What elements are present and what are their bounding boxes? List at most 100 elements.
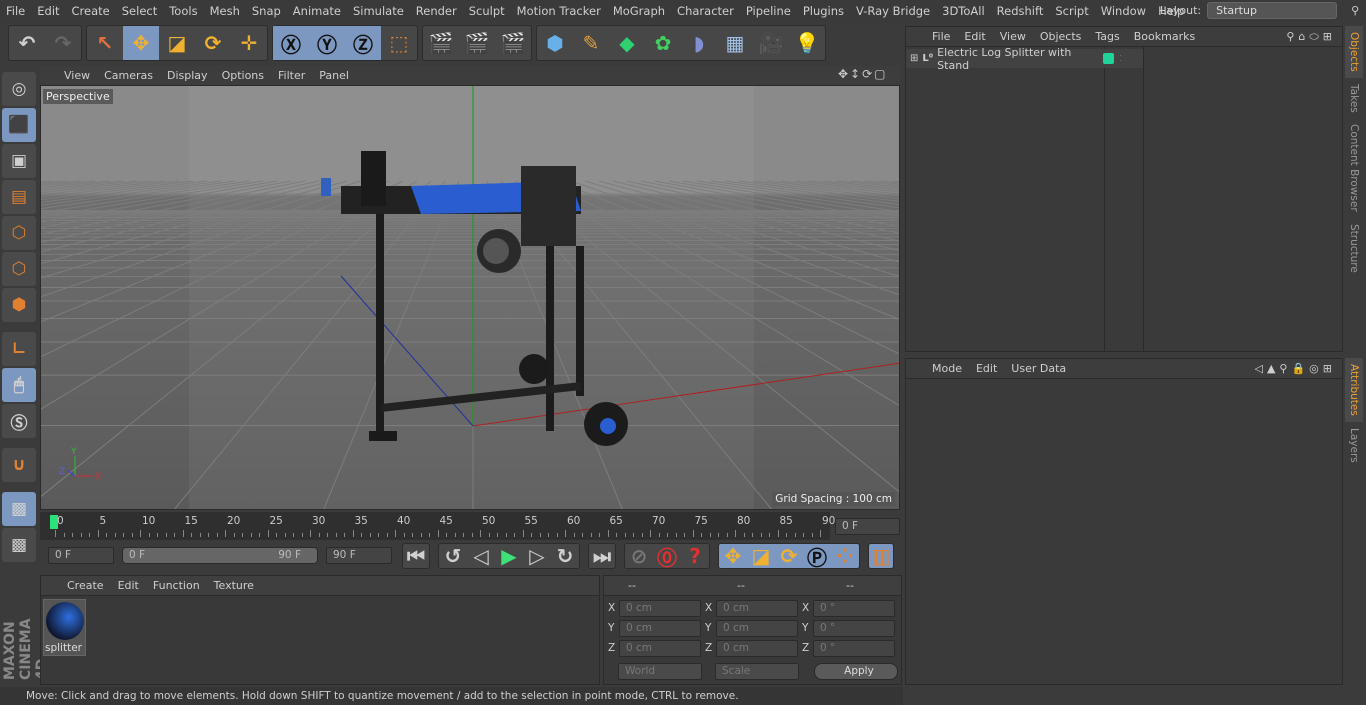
menu-mograph[interactable]: MoGraph [613, 4, 665, 18]
key-param-icon[interactable]: Ⓟ [803, 544, 831, 570]
material-splitter[interactable]: splitter [43, 599, 86, 656]
viewport-menu-display[interactable]: Display [167, 69, 208, 82]
start-frame-field[interactable]: 0 F [48, 547, 114, 564]
attribute-menu-edit[interactable]: Edit [976, 362, 997, 375]
subdivision-icon[interactable]: ◆ [609, 26, 645, 60]
z-axis-icon[interactable]: Ⓩ [345, 26, 381, 60]
tab-layers[interactable]: Layers [1345, 422, 1363, 469]
render-view-icon[interactable]: 🎬 [423, 26, 459, 60]
menu-mesh[interactable]: Mesh [210, 4, 240, 18]
key-scale-icon[interactable]: ◪ [747, 544, 775, 568]
workplane-icon[interactable]: ▤ [2, 180, 36, 214]
prev-key-icon[interactable]: ↺ [439, 544, 467, 568]
tab-attributes[interactable]: Attributes [1345, 358, 1363, 422]
menu-simulate[interactable]: Simulate [353, 4, 404, 18]
object-menu-objects[interactable]: Objects [1040, 30, 1082, 43]
object-manager-icons[interactable]: ⚲⌂⬭⊞ [1286, 30, 1336, 44]
coord-rot-y[interactable]: 0 ° [813, 620, 895, 637]
keyframe-icon[interactable]: ⊘ [625, 544, 653, 568]
redo-icon[interactable]: ↷ [45, 26, 81, 60]
coord-rot-z[interactable]: 0 ° [813, 640, 895, 657]
magnet-icon[interactable]: ∪ [2, 448, 36, 482]
tab-content-browser[interactable]: Content Browser [1345, 118, 1363, 218]
render-picture-icon[interactable]: 🎬 [459, 26, 495, 60]
expand-icon[interactable]: ⊞ [910, 53, 918, 64]
object-menu-tags[interactable]: Tags [1095, 30, 1119, 43]
viewport-menu-options[interactable]: Options [222, 69, 264, 82]
material-menu-texture[interactable]: Texture [214, 579, 254, 592]
menu-select[interactable]: Select [122, 4, 157, 18]
undo-icon[interactable]: ↶ [9, 26, 45, 60]
axis-icon[interactable]: ∟ [2, 332, 36, 366]
menu-sculpt[interactable]: Sculpt [469, 4, 505, 18]
apply-button[interactable]: Apply [814, 663, 898, 680]
coord-space-dropdown[interactable]: World [618, 663, 702, 680]
menu-snap[interactable]: Snap [252, 4, 281, 18]
model-mode-icon[interactable]: ⬛ [2, 108, 36, 142]
visibility-dots-icon[interactable]: ⁚ [1119, 54, 1122, 63]
move-icon[interactable]: ✥ [123, 26, 159, 60]
select-icon[interactable]: ↖ [87, 26, 123, 60]
object-name[interactable]: Electric Log Splitter with Stand [937, 46, 1097, 72]
timeline-ruler[interactable]: 0 5 10 15 20 25 30 35 40 45 50 55 60 65 70 75 80 85 90 [40, 512, 835, 540]
play-icon[interactable]: ▶ [495, 544, 523, 568]
attribute-manager-icons[interactable]: ◁▲⚲🔒◎⊞ [1255, 362, 1337, 375]
menu-create[interactable]: Create [72, 4, 110, 18]
y-axis-icon[interactable]: Ⓨ [309, 26, 345, 60]
make-editable-icon[interactable]: ◎ [2, 72, 36, 106]
menu-window[interactable]: Window [1101, 4, 1146, 18]
record-icon[interactable]: ⓪ [653, 544, 681, 570]
key-position-icon[interactable]: ✥ [719, 544, 747, 568]
cube-icon[interactable]: ⬢ [537, 26, 573, 60]
floor-icon[interactable]: ▦ [717, 26, 753, 60]
viewport-menu-filter[interactable]: Filter [278, 69, 305, 82]
coord-rot-x[interactable]: 0 ° [813, 600, 895, 617]
coord-size-y[interactable]: 0 cm [716, 620, 798, 637]
transform-icon[interactable]: ✛ [231, 26, 267, 60]
deformer-icon[interactable]: ◗ [681, 26, 717, 60]
timeline-icon[interactable]: ▥ [869, 544, 893, 568]
light-icon[interactable]: 💡 [789, 26, 825, 60]
range-slider[interactable]: 0 F 90 F [122, 547, 318, 564]
material-menu-create[interactable]: Create [67, 579, 104, 592]
key-rotation-icon[interactable]: ⟳ [775, 544, 803, 568]
menu-pipeline[interactable]: Pipeline [746, 4, 791, 18]
tab-takes[interactable]: Takes [1345, 78, 1363, 119]
menu-script[interactable]: Script [1055, 4, 1088, 18]
coord-pos-z[interactable]: 0 cm [619, 640, 701, 657]
menu-character[interactable]: Character [677, 4, 734, 18]
object-menu-file[interactable]: File [932, 30, 950, 43]
next-key-icon[interactable]: ↻ [551, 544, 579, 568]
coord-pos-y[interactable]: 0 cm [619, 620, 701, 637]
polygons-mode-icon[interactable]: ⬢ [2, 288, 36, 322]
attribute-menu-mode[interactable]: Mode [932, 362, 962, 375]
go-to-start-icon[interactable]: ⏮ [403, 544, 429, 568]
x-axis-icon[interactable]: Ⓧ [273, 26, 309, 60]
cloner-icon[interactable]: ✿ [645, 26, 681, 60]
coordinate-system-icon[interactable]: ⬚ [381, 26, 417, 60]
viewport-perspective[interactable]: Y X Z Perspective Grid Spacing : 100 cm [40, 85, 900, 510]
object-row[interactable]: ⊞ L⁰ Electric Log Splitter with Stand ⁚ [906, 46, 1143, 72]
autokey-icon[interactable]: ? [681, 544, 709, 568]
camera-icon[interactable]: 🎥 [753, 26, 789, 60]
tweak-icon[interactable]: 🖱 [2, 368, 36, 402]
end-frame-field[interactable]: 90 F [326, 547, 392, 564]
current-frame-field[interactable]: 0 F [835, 518, 900, 535]
viewport-menu-panel[interactable]: Panel [319, 69, 349, 82]
layout-selector[interactable]: Layout: Startup ⚲ [1160, 2, 1359, 19]
edges-mode-icon[interactable]: ⬡ [2, 252, 36, 286]
object-menu-edit[interactable]: Edit [964, 30, 985, 43]
render-settings-icon[interactable]: 🎬 [495, 26, 531, 60]
points-mode-icon[interactable]: ⬡ [2, 216, 36, 250]
object-menu-view[interactable]: View [1000, 30, 1026, 43]
pen-icon[interactable]: ✎ [573, 26, 609, 60]
tab-objects[interactable]: Objects [1345, 26, 1363, 78]
coord-size-x[interactable]: 0 cm [716, 600, 798, 617]
menu-motion-tracker[interactable]: Motion Tracker [517, 4, 601, 18]
workplane-rotate-icon[interactable]: ▩ [2, 528, 36, 562]
coord-mode-dropdown[interactable]: Scale [715, 663, 799, 680]
next-frame-icon[interactable]: ▷ [523, 544, 551, 568]
attribute-menu-user-data[interactable]: User Data [1011, 362, 1066, 375]
tab-structure[interactable]: Structure [1345, 218, 1363, 279]
lock-workplane-icon[interactable]: ▩ [2, 492, 36, 526]
